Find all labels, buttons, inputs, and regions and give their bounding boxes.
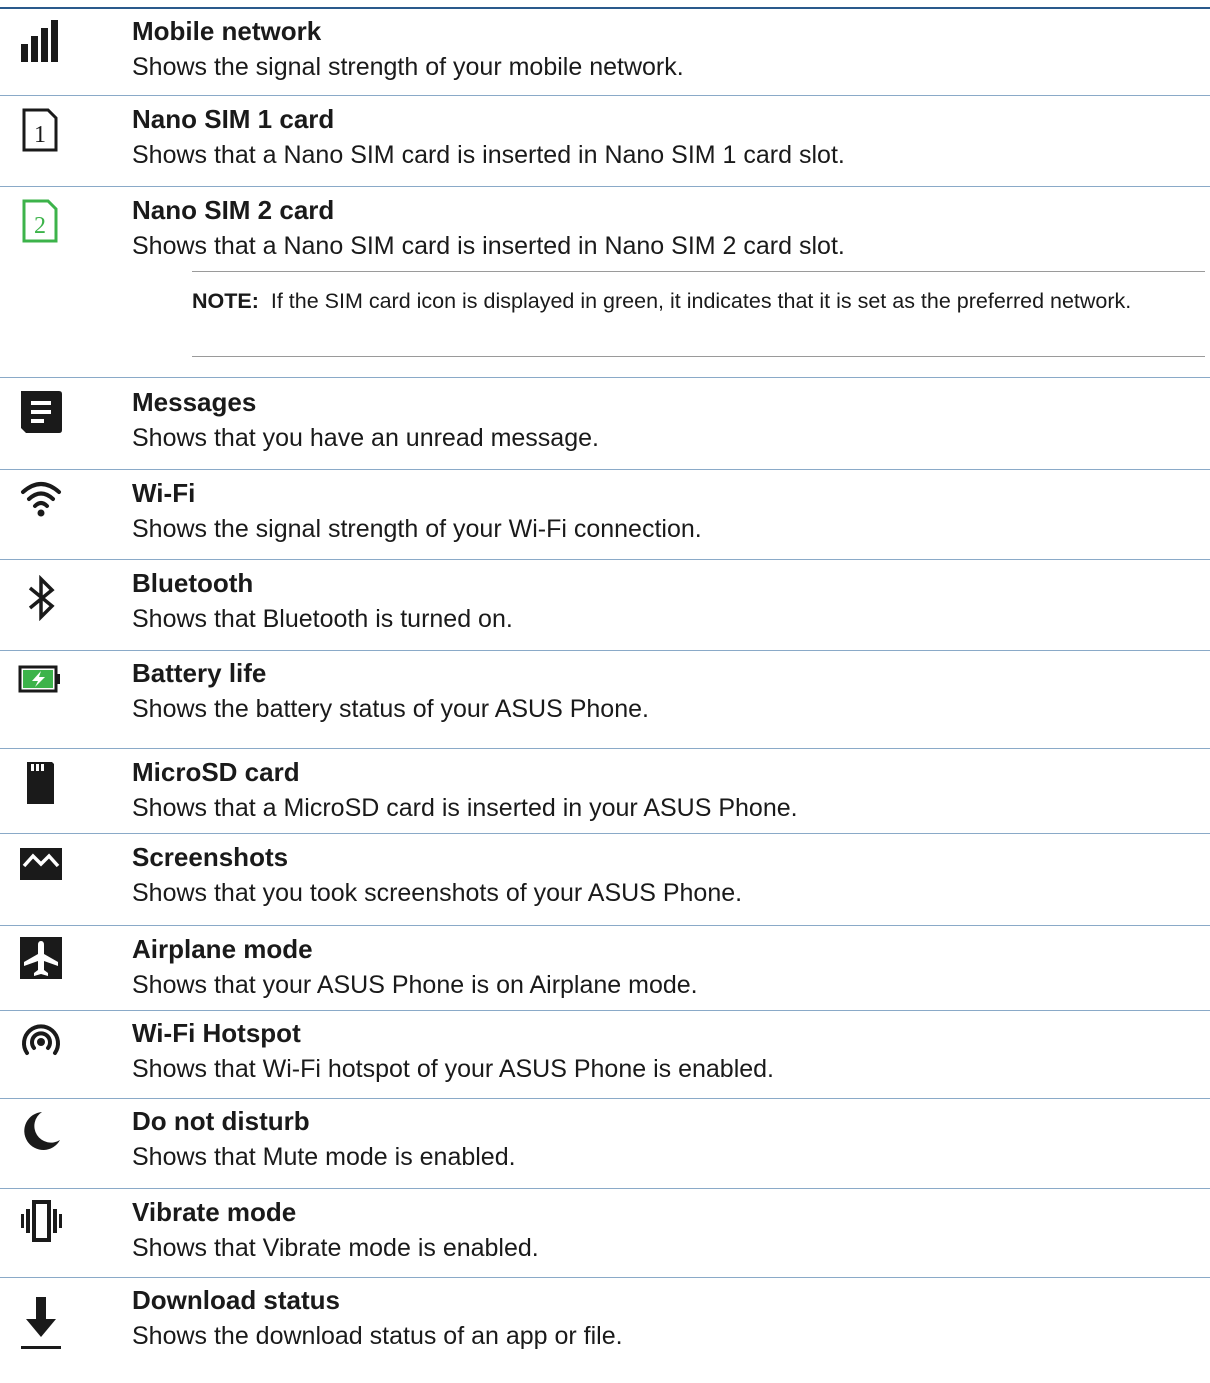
row-divider [0, 469, 1210, 470]
top-divider [0, 7, 1210, 9]
screenshot-icon [18, 842, 64, 888]
airplane-icon [18, 935, 64, 981]
note-label: NOTE: [192, 289, 259, 313]
item-title: Mobile network [132, 16, 322, 46]
item-title: Nano SIM 1 card [132, 104, 335, 134]
row-divider [0, 1010, 1210, 1011]
item-description: Shows that you have an unread message. [132, 424, 599, 452]
messages-icon [18, 389, 64, 435]
item-title: Nano SIM 2 card [132, 195, 335, 225]
note-box: NOTE: If the SIM card icon is displayed … [192, 271, 1205, 357]
vibrate-icon [18, 1198, 64, 1244]
moon-icon [18, 1108, 64, 1154]
row-divider [0, 925, 1210, 926]
hotspot-icon [18, 1019, 64, 1065]
item-title: Wi-Fi Hotspot [132, 1018, 301, 1048]
row-divider [0, 95, 1210, 96]
row-divider [0, 748, 1210, 749]
item-description: Shows that a Nano SIM card is inserted i… [132, 141, 845, 169]
sim-2-icon: 2 [18, 197, 64, 243]
row-divider [0, 650, 1210, 651]
battery-charging-icon [18, 656, 64, 702]
item-title: Bluetooth [132, 568, 254, 598]
download-icon [18, 1297, 64, 1353]
note-body: If the SIM card icon is displayed in gre… [270, 289, 1132, 313]
item-description: Shows that Bluetooth is turned on. [132, 605, 513, 633]
bluetooth-icon [18, 575, 64, 621]
item-description: Shows that you took screenshots of your … [132, 879, 743, 907]
item-description: Shows the signal strength of your Wi-Fi … [132, 515, 702, 543]
row-divider [0, 559, 1210, 560]
item-title: Battery life [132, 658, 267, 688]
item-title: Screenshots [132, 842, 289, 872]
wifi-icon [18, 476, 64, 522]
microsd-icon [18, 760, 64, 806]
item-description: Shows that Mute mode is enabled. [132, 1143, 516, 1171]
item-title: MicroSD card [132, 757, 300, 787]
item-description: Shows the download status of an app or f… [132, 1322, 623, 1350]
item-title: Airplane mode [132, 934, 313, 964]
item-description: Shows the battery status of your ASUS Ph… [132, 695, 649, 723]
item-title: Wi-Fi [132, 478, 196, 508]
row-divider [0, 377, 1210, 378]
item-description: Shows that a Nano SIM card is inserted i… [132, 232, 845, 260]
item-description: Shows that a MicroSD card is inserted in… [132, 794, 798, 822]
row-divider [0, 1277, 1210, 1278]
row-divider [0, 1188, 1210, 1189]
note-text: NOTE: If the SIM card icon is displayed … [192, 285, 1192, 317]
row-divider [0, 833, 1210, 834]
item-description: Shows that Vibrate mode is enabled. [132, 1234, 539, 1262]
row-divider [0, 186, 1210, 187]
item-title: Do not disturb [132, 1106, 310, 1136]
svg-text:1: 1 [34, 122, 46, 148]
svg-text:2: 2 [34, 213, 46, 239]
row-divider [0, 1098, 1210, 1099]
item-title: Download status [132, 1285, 341, 1315]
item-description: Shows that your ASUS Phone is on Airplan… [132, 971, 698, 999]
item-title: Messages [132, 387, 257, 417]
item-description: Shows the signal strength of your mobile… [132, 53, 684, 81]
item-title: Vibrate mode [132, 1197, 297, 1227]
signal-bars-icon [18, 20, 64, 66]
item-description: Shows that Wi-Fi hotspot of your ASUS Ph… [132, 1055, 775, 1083]
sim-1-icon: 1 [18, 106, 64, 152]
